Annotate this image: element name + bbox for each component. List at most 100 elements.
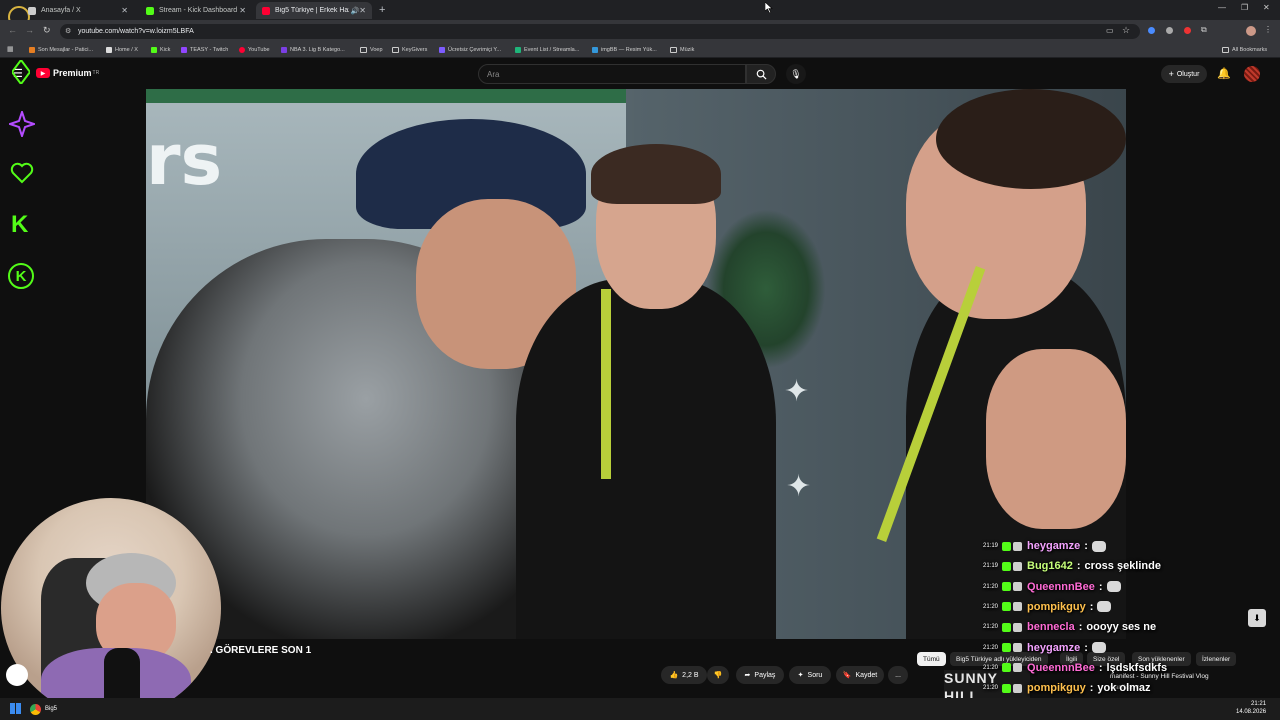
search-button[interactable] — [746, 64, 776, 84]
chips-next-arrow-icon[interactable]: ⬇ — [1248, 609, 1266, 627]
user-badge-icon — [1013, 541, 1023, 551]
mouse-cursor-icon — [764, 0, 773, 18]
sparkle-decoration: ✦ — [784, 375, 810, 408]
tab-title: Stream - Kick Dashboard — [159, 7, 238, 14]
chat-timestamp: 21:20 — [983, 664, 999, 671]
video-title: . GÖREVLERE SON 1 — [210, 645, 312, 656]
chat-username[interactable]: bennecla — [1027, 621, 1075, 633]
speaker-icon[interactable]: 🔊 — [351, 7, 360, 15]
chat-username[interactable]: Bug1642 — [1027, 560, 1073, 572]
x-favicon-icon — [28, 6, 36, 15]
notifications-bell-icon[interactable]: 🔔 — [1217, 67, 1231, 80]
kick-logo-icon: K — [11, 211, 29, 238]
site-info-icon[interactable]: ⚙ — [65, 27, 71, 35]
chat-username[interactable]: pompikguy — [1027, 682, 1086, 694]
chat-message: 21:20 pompikguy: — [983, 598, 1112, 616]
kick-favicon-icon — [146, 6, 154, 15]
kick-badge-icon — [1002, 561, 1012, 571]
extension-icon[interactable] — [1148, 27, 1155, 34]
profile-avatar[interactable] — [1246, 26, 1256, 36]
heart-icon — [10, 162, 34, 189]
extensions-puzzle-icon[interactable]: ⧉ — [1201, 25, 1207, 35]
restore-icon[interactable]: ❐ — [1241, 3, 1248, 12]
bookmark-item[interactable]: Kick — [151, 44, 170, 55]
microphone-icon: 🎙 — [790, 68, 802, 79]
chip-all[interactable]: Tümü — [917, 652, 946, 666]
bookmark-star-icon[interactable]: ☆ — [1122, 25, 1130, 36]
plus-icon: + — [1168, 69, 1174, 79]
tab-kick-dashboard[interactable]: Stream - Kick Dashboard ✕ — [140, 2, 252, 19]
extension-icon[interactable] — [1184, 27, 1191, 34]
bookmark-item[interactable]: YouTube — [239, 44, 270, 55]
chat-username[interactable]: QueennnBee — [1027, 662, 1095, 674]
chat-username[interactable]: pompikguy — [1027, 601, 1086, 613]
taskbar-clock[interactable]: 21:21 14.08.2026 — [1236, 700, 1266, 716]
kick-badge-icon — [1002, 683, 1012, 693]
chip-watched[interactable]: İzlenenler — [1196, 652, 1237, 666]
bookmark-item[interactable]: NBA 3. Lig B Katego... — [281, 44, 345, 55]
save-button[interactable]: 🔖 Kaydet — [836, 666, 884, 684]
new-tab-button[interactable]: + — [379, 4, 385, 16]
taskbar-app-chrome[interactable]: Big5 — [30, 701, 57, 717]
chat-username[interactable]: QueennnBee — [1027, 581, 1095, 593]
menu-kebab-icon[interactable]: ⋮ — [1264, 25, 1272, 34]
rs-sign: rs — [146, 119, 223, 201]
like-button[interactable]: 👍 2,2 B — [661, 666, 707, 684]
minimize-icon[interactable]: — — [1218, 3, 1226, 12]
thumbs-up-icon: 👍 — [669, 672, 679, 679]
all-bookmarks[interactable]: All Bookmarks — [1222, 44, 1267, 55]
hair-right — [936, 89, 1126, 189]
reload-icon[interactable]: ↻ — [43, 25, 51, 36]
more-actions-button[interactable]: ... — [888, 666, 908, 684]
create-button[interactable]: + Oluştur — [1161, 65, 1207, 83]
window-close-icon[interactable]: ✕ — [1263, 3, 1270, 12]
share-button[interactable]: ➦ Paylaş — [736, 666, 784, 684]
chat-separator: : — [1084, 641, 1088, 654]
close-icon[interactable]: ✕ — [239, 6, 246, 15]
bookmark-item[interactable]: Home / X — [106, 44, 138, 55]
url-text: youtube.com/watch?v=w.loizm5LBFA — [78, 28, 194, 35]
forward-icon[interactable]: → — [25, 25, 34, 35]
search-input[interactable]: Ara — [478, 64, 746, 84]
more-horizontal-icon: ... — [895, 671, 901, 679]
video-player[interactable]: rs ✦ ✦ — [146, 89, 1126, 639]
bookmark-item[interactable]: Son Mesajlar - Patici... — [29, 44, 93, 55]
extension-icon[interactable] — [1166, 27, 1173, 34]
kick-round-logo-icon: K — [8, 263, 34, 289]
chat-separator: : — [1098, 580, 1103, 593]
bookmark-folder[interactable]: KeyGivers — [392, 44, 427, 55]
search-icon — [756, 69, 767, 80]
chat-username[interactable]: heygamze — [1027, 540, 1080, 552]
webcam-overlay — [1, 498, 221, 718]
windows-start-icon[interactable] — [10, 703, 21, 714]
close-icon[interactable]: ✕ — [359, 6, 366, 15]
ask-button[interactable]: ✦ Soru — [789, 666, 831, 684]
youtube-logo[interactable]: ▶ Premium TR — [36, 68, 99, 78]
cast-icon[interactable]: ▭ — [1106, 26, 1114, 35]
bookmark-folder[interactable]: Voep — [360, 44, 383, 55]
bookmark-item[interactable]: TEASY - Twitch — [181, 44, 228, 55]
apps-grid-icon[interactable]: ▦ — [7, 45, 14, 53]
account-avatar[interactable] — [1244, 66, 1260, 82]
user-badge-icon — [1013, 602, 1023, 612]
back-icon[interactable]: ← — [8, 25, 17, 35]
sparkle-icon: ✦ — [797, 672, 804, 679]
voice-search-button[interactable]: 🎙 — [786, 64, 806, 84]
chat-text: oooyy ses ne — [1086, 621, 1157, 634]
star-sparkle-icon — [6, 108, 38, 142]
dislike-button[interactable]: 👎 — [707, 666, 729, 684]
url-bar[interactable]: youtube.com/watch?v=w.loizm5LBFA — [60, 24, 1140, 39]
channel-avatar[interactable] — [6, 664, 28, 686]
bookmark-item[interactable]: imgBB — Resim Yük... — [592, 44, 657, 55]
chat-timestamp: 21:20 — [983, 624, 999, 631]
chat-text: lşdskfsdkfs — [1106, 661, 1168, 674]
close-icon[interactable]: ✕ — [121, 6, 128, 15]
bookmark-folder[interactable]: Müzik — [670, 44, 694, 55]
arm-right — [986, 349, 1126, 529]
tab-youtube-video[interactable]: Big5 Türkiye | Erkek Hazırlı 🔊 ✕ — [256, 2, 372, 19]
chat-username[interactable]: heygamze — [1027, 642, 1080, 654]
user-badge-icon — [1013, 683, 1023, 693]
tab-x-home[interactable]: Anasayfa / X ✕ — [22, 2, 134, 19]
bookmark-item[interactable]: Event List / Streamla... — [515, 44, 579, 55]
bookmark-item[interactable]: Ücretsiz Çevrimiçi Y... — [439, 44, 501, 55]
